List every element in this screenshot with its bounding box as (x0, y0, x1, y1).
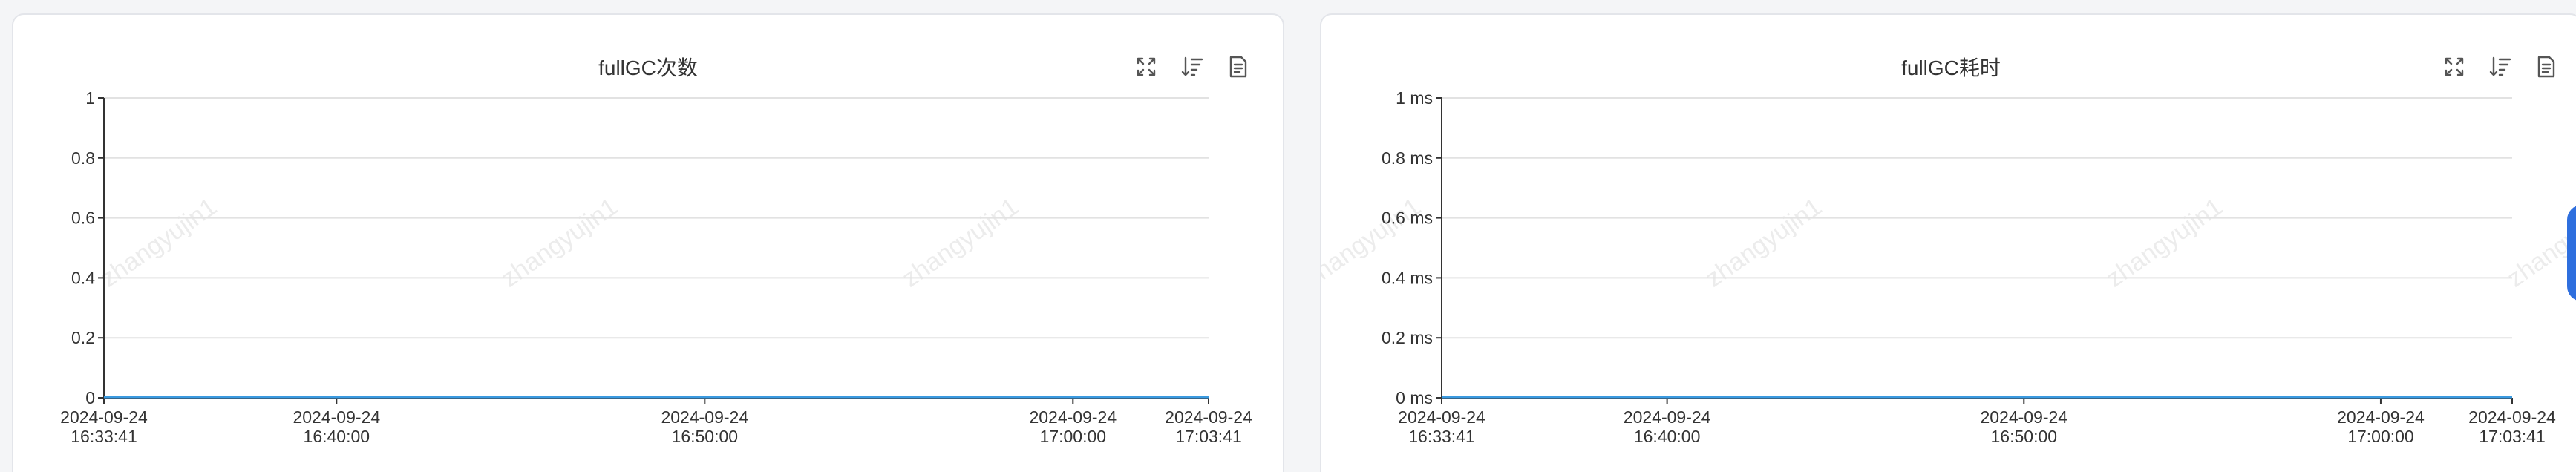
x-tick-label-time: 16:50:00 (1991, 427, 2058, 446)
x-tick-label-time: 16:33:41 (71, 427, 137, 446)
x-tick-label-time: 16:33:41 (1408, 427, 1475, 446)
x-tick-label-time: 17:03:41 (2479, 427, 2546, 446)
x-tick-label-time: 16:50:00 (672, 427, 739, 446)
x-tick-label-date: 2024-09-24 (1029, 407, 1117, 427)
fullgc-time-chart: zhangyujin1 zhangyujin1 zhangyujin1 zhangyu… (1321, 88, 2576, 446)
x-tick-label-date: 2024-09-24 (1624, 407, 1711, 427)
y-tick-label: 1 (85, 88, 95, 108)
fullgc-count-chart: zhangyujin1 zhangyujin1 zhangyujin100.20.4… (60, 88, 1252, 446)
x-tick-label-date: 2024-09-24 (1165, 407, 1252, 427)
x-tick-label-time: 16:40:00 (1634, 427, 1701, 446)
x-tick-label-date: 2024-09-24 (1980, 407, 2067, 427)
y-tick-label: 0.6 ms (1382, 209, 1433, 228)
x-tick-label-time: 17:03:41 (1175, 427, 1242, 446)
x-tick-label-time: 16:40:00 (304, 427, 370, 446)
x-tick-label-date: 2024-09-24 (1398, 407, 1485, 427)
x-tick-label-date: 2024-09-24 (60, 407, 148, 427)
y-tick-label: 0.8 ms (1382, 148, 1433, 168)
x-tick-label-date: 2024-09-24 (2337, 407, 2425, 427)
x-tick-label-time: 17:00:00 (2347, 427, 2414, 446)
x-tick-label-date: 2024-09-24 (661, 407, 748, 427)
y-tick-label: 0.2 ms (1382, 328, 1433, 347)
y-tick-label: 0 ms (1396, 388, 1433, 407)
side-float-tab[interactable] (2567, 205, 2576, 301)
chart-panel-fullgc-count: fullGC次数 zhangyujin1 zhangyujin1 zhangyu… (12, 13, 1284, 472)
x-tick-label-date: 2024-09-24 (2468, 407, 2556, 427)
y-tick-label: 0.4 ms (1382, 268, 1433, 287)
x-tick-label-date: 2024-09-24 (292, 407, 380, 427)
y-tick-label: 1 ms (1396, 88, 1433, 108)
y-tick-label: 0.4 (71, 268, 95, 287)
y-tick-label: 0.6 (71, 209, 95, 228)
y-tick-label: 0.8 (71, 148, 95, 168)
x-tick-label-time: 17:00:00 (1040, 427, 1107, 446)
chart-panel-fullgc-time: fullGC耗时 zhangyujin1 zhangyujin1 zhangyu… (1320, 13, 2576, 472)
watermark-text: zhangyujin1 (2503, 192, 2576, 292)
y-tick-label: 0.2 (71, 328, 95, 347)
dashboard-page: fullGC次数 zhangyujin1 zhangyujin1 zhangyu… (0, 0, 2576, 472)
y-tick-label: 0 (85, 388, 95, 407)
